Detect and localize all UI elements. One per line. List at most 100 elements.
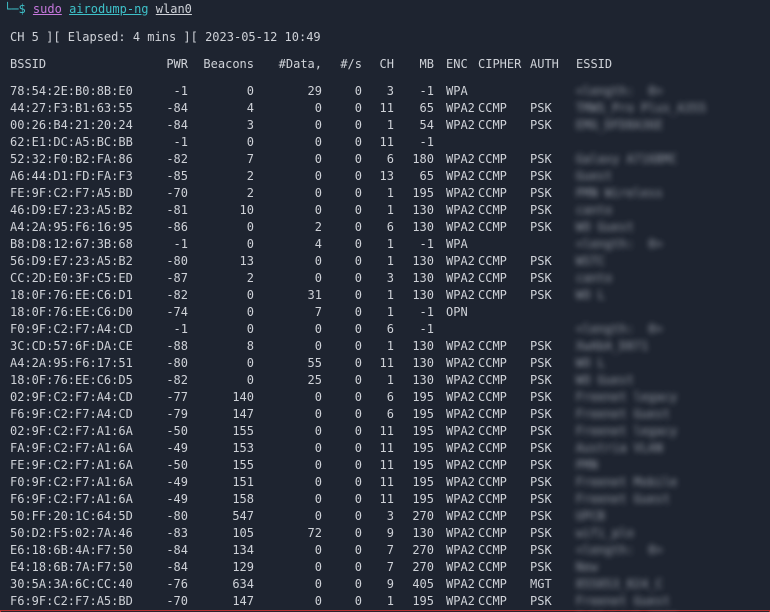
cell-pwr: -80 bbox=[150, 355, 188, 372]
cell-enc: WPA2 bbox=[434, 287, 478, 304]
cell-pwr: -81 bbox=[150, 202, 188, 219]
cell-pwr: -70 bbox=[150, 185, 188, 202]
hdr-ps: #/s bbox=[322, 56, 362, 73]
cell-ps: 0 bbox=[322, 474, 362, 491]
cell-auth: PSK bbox=[530, 457, 576, 474]
cell-enc: WPA2 bbox=[434, 151, 478, 168]
hdr-data: #Data, bbox=[254, 56, 322, 73]
cell-mb: 195 bbox=[394, 423, 434, 440]
cell-ch: 11 bbox=[362, 457, 394, 474]
cell-pwr: -85 bbox=[150, 168, 188, 185]
table-row: 52:32:F0:B2:FA:86-827006180WPA2CCMPPSKGa… bbox=[0, 151, 770, 168]
cell-bssid: F6:9F:C2:F7:A1:6A bbox=[10, 491, 150, 508]
cell-enc: WPA2 bbox=[434, 593, 478, 610]
cell-bssid: B8:D8:12:67:3B:68 bbox=[10, 236, 150, 253]
cell-auth: PSK bbox=[530, 593, 576, 610]
cell-bssid: E6:18:6B:4A:F7:50 bbox=[10, 542, 150, 559]
cell-data: 0 bbox=[254, 593, 322, 610]
cell-mb: 130 bbox=[394, 287, 434, 304]
cell-essid: Guest bbox=[576, 168, 716, 185]
cell-cipher: CCMP bbox=[478, 372, 530, 389]
cell-enc: WPA2 bbox=[434, 559, 478, 576]
cell-pwr: -1 bbox=[150, 236, 188, 253]
cell-ps: 0 bbox=[322, 542, 362, 559]
cell-mb: 195 bbox=[394, 440, 434, 457]
cell-bssid: A4:2A:95:F6:17:51 bbox=[10, 355, 150, 372]
cell-cipher bbox=[478, 304, 530, 321]
cell-auth bbox=[530, 321, 576, 338]
cell-beacons: 547 bbox=[188, 508, 254, 525]
table-row: FE:9F:C2:F7:A1:6A-501550011195WPA2CCMPPS… bbox=[0, 457, 770, 474]
cell-mb: 65 bbox=[394, 100, 434, 117]
cell-mb: 130 bbox=[394, 219, 434, 236]
cell-auth bbox=[530, 236, 576, 253]
cell-essid: <length: 0> bbox=[576, 83, 716, 100]
cell-essid: canto bbox=[576, 270, 716, 287]
cell-auth: PSK bbox=[530, 202, 576, 219]
cell-beacons: 0 bbox=[188, 236, 254, 253]
cell-enc: WPA2 bbox=[434, 576, 478, 593]
cell-ps: 0 bbox=[322, 321, 362, 338]
cell-bssid: A6:44:D1:FD:FA:F3 bbox=[10, 168, 150, 185]
cell-cipher: CCMP bbox=[478, 389, 530, 406]
cell-ch: 11 bbox=[362, 491, 394, 508]
cell-ch: 3 bbox=[362, 83, 394, 100]
cell-essid: Freenet legacy bbox=[576, 389, 716, 406]
cell-enc: WPA2 bbox=[434, 185, 478, 202]
cell-beacons: 10 bbox=[188, 202, 254, 219]
cell-beacons: 140 bbox=[188, 389, 254, 406]
cell-ps: 0 bbox=[322, 185, 362, 202]
hdr-essid: ESSID bbox=[576, 56, 716, 73]
cell-ps: 0 bbox=[322, 202, 362, 219]
cell-ps: 0 bbox=[322, 253, 362, 270]
prompt-line: └─ $ sudo airodump-ng wlan0 bbox=[0, 0, 770, 19]
cell-beacons: 0 bbox=[188, 83, 254, 100]
cell-enc: WPA2 bbox=[434, 542, 478, 559]
cell-beacons: 3 bbox=[188, 117, 254, 134]
cell-cipher: CCMP bbox=[478, 593, 530, 610]
cell-enc: WPA2 bbox=[434, 100, 478, 117]
cell-pwr: -49 bbox=[150, 440, 188, 457]
cell-data: 55 bbox=[254, 355, 322, 372]
cell-enc: WPA2 bbox=[434, 423, 478, 440]
cell-mb: -1 bbox=[394, 83, 434, 100]
cell-beacons: 0 bbox=[188, 355, 254, 372]
cell-pwr: -77 bbox=[150, 389, 188, 406]
cell-bssid: F0:9F:C2:F7:A4:CD bbox=[10, 321, 150, 338]
cell-bssid: 02:9F:C2:F7:A1:6A bbox=[10, 423, 150, 440]
cell-data: 0 bbox=[254, 389, 322, 406]
cell-cipher: CCMP bbox=[478, 117, 530, 134]
cell-bssid: 00:26:B4:21:20:24 bbox=[10, 117, 150, 134]
cell-cipher: CCMP bbox=[478, 287, 530, 304]
cell-essid: New bbox=[576, 559, 716, 576]
cell-pwr: -76 bbox=[150, 576, 188, 593]
cell-ps: 0 bbox=[322, 117, 362, 134]
table-row: 50:D2:F5:02:7A:46-831057209130WPA2CCMPPS… bbox=[0, 525, 770, 542]
cell-beacons: 155 bbox=[188, 457, 254, 474]
cell-ps: 0 bbox=[322, 525, 362, 542]
table-row: E6:18:6B:4A:F7:50-84134007270WPA2CCMPPSK… bbox=[0, 542, 770, 559]
cell-ps: 0 bbox=[322, 287, 362, 304]
cell-ch: 1 bbox=[362, 202, 394, 219]
cell-ps: 0 bbox=[322, 423, 362, 440]
cell-ps: 0 bbox=[322, 457, 362, 474]
cell-enc: WPA2 bbox=[434, 525, 478, 542]
cell-ps: 0 bbox=[322, 338, 362, 355]
cell-cipher: CCMP bbox=[478, 576, 530, 593]
cell-data: 4 bbox=[254, 236, 322, 253]
cell-ps: 0 bbox=[322, 304, 362, 321]
cell-ps: 0 bbox=[322, 372, 362, 389]
cell-beacons: 0 bbox=[188, 219, 254, 236]
cell-ch: 11 bbox=[362, 134, 394, 151]
cell-beacons: 134 bbox=[188, 542, 254, 559]
cell-data: 0 bbox=[254, 440, 322, 457]
cell-mb: 130 bbox=[394, 525, 434, 542]
cell-cipher: CCMP bbox=[478, 525, 530, 542]
status-line: CH 5 ][ Elapsed: 4 mins ][ 2023-05-12 10… bbox=[0, 19, 770, 56]
cell-auth: PSK bbox=[530, 168, 576, 185]
cell-data: 0 bbox=[254, 576, 322, 593]
cell-beacons: 151 bbox=[188, 474, 254, 491]
cell-data: 0 bbox=[254, 457, 322, 474]
cell-essid: canto bbox=[576, 202, 716, 219]
cell-mb: 65 bbox=[394, 168, 434, 185]
